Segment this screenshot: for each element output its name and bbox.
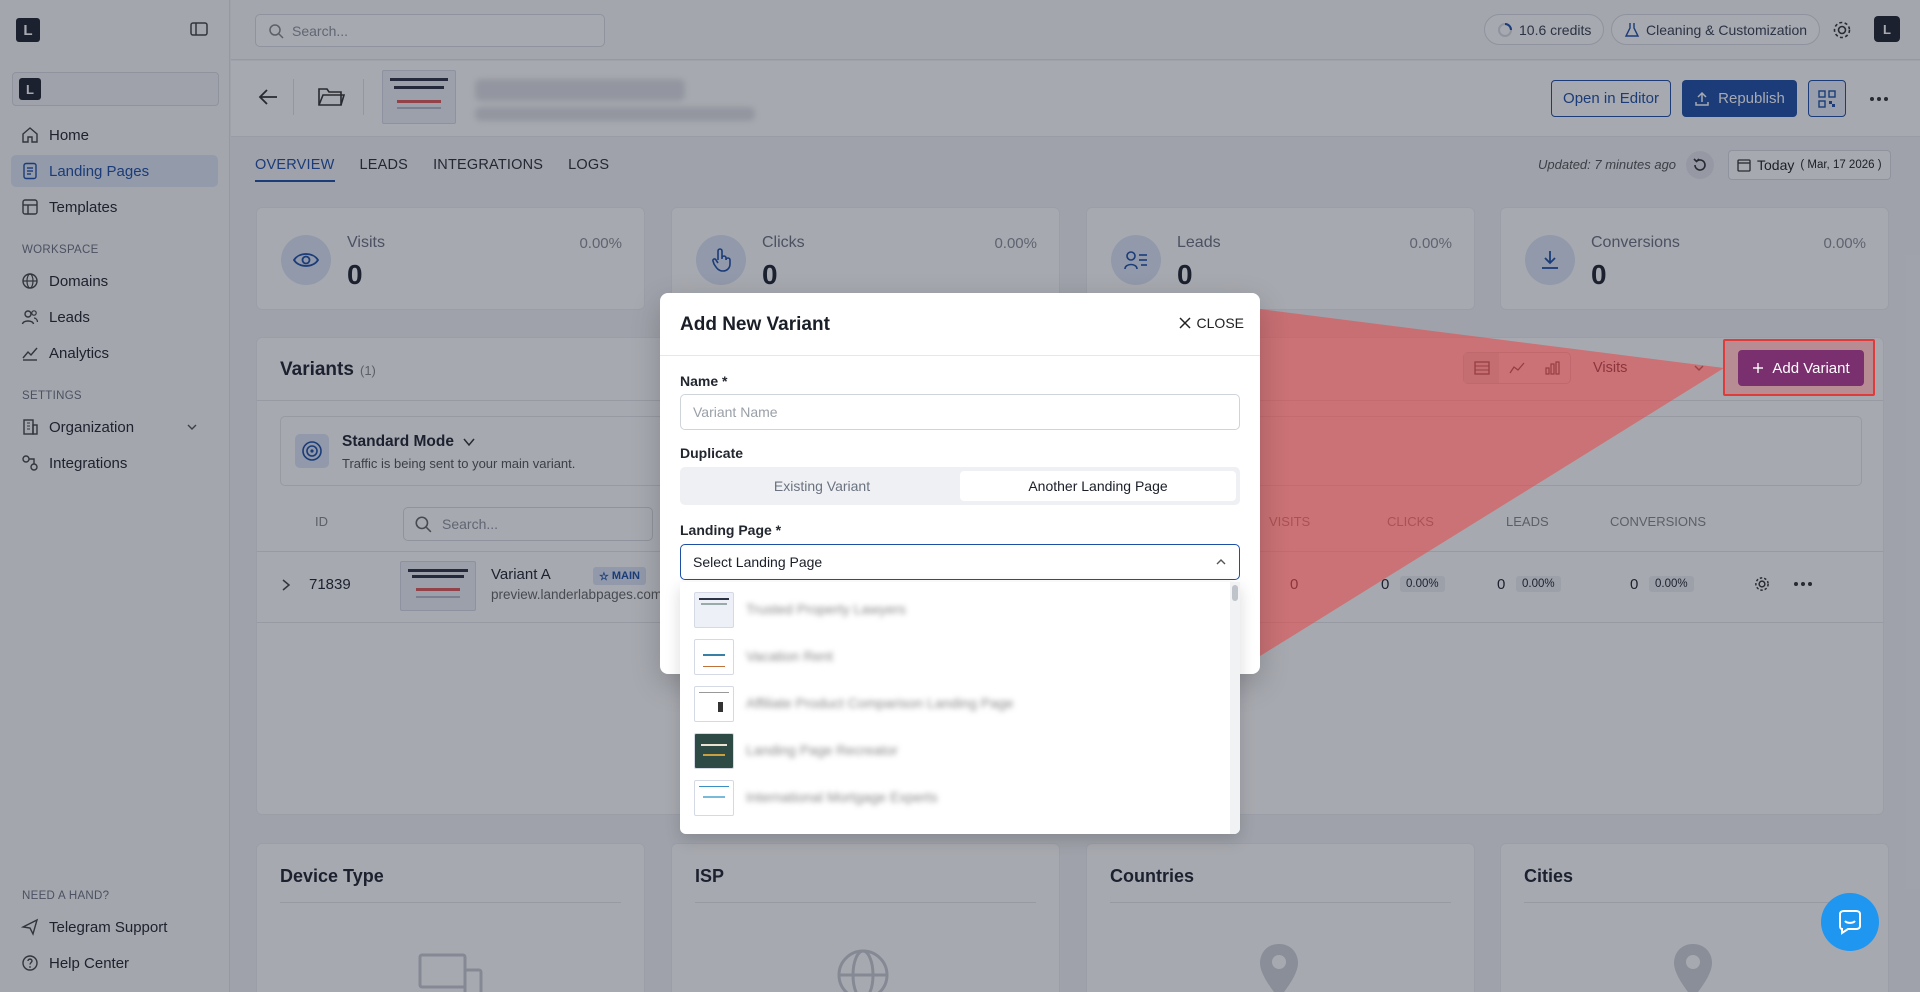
list-item[interactable]: International Mortgage Experts: [694, 778, 1214, 818]
close-button[interactable]: CLOSE: [1179, 315, 1244, 331]
landing-page-name: International Mortgage Experts: [746, 789, 938, 805]
add-variant-label: Add Variant: [1772, 359, 1850, 377]
name-label: Name *: [680, 373, 728, 389]
landing-page-thumbnail: [694, 733, 734, 769]
landing-page-name: Vacation Rent: [746, 648, 833, 664]
plus-icon: [1753, 363, 1764, 373]
list-item[interactable]: Landing Page Recreator: [694, 731, 1214, 771]
chevron-up-icon: [1216, 559, 1226, 565]
dropdown-scrollbar-track[interactable]: [1230, 582, 1240, 834]
landing-page-select[interactable]: Select Landing Page: [680, 544, 1240, 580]
landing-page-select-value: Select Landing Page: [693, 554, 823, 570]
chat-support-button[interactable]: [1821, 893, 1879, 951]
landing-page-thumbnail: [694, 686, 734, 722]
landing-page-label: Landing Page *: [680, 522, 782, 538]
landing-page-thumbnail: [694, 592, 734, 628]
add-variant-button[interactable]: Add Variant: [1738, 350, 1864, 386]
close-icon: [1179, 317, 1191, 329]
dropdown-scrollbar-thumb[interactable]: [1232, 585, 1238, 601]
landing-page-name: Trusted Property Lawyers: [746, 601, 906, 617]
variant-name-placeholder: Variant Name: [693, 404, 778, 420]
duplicate-label: Duplicate: [680, 445, 744, 461]
list-item[interactable]: Trusted Property Lawyers: [694, 590, 1214, 630]
landing-page-dropdown: Trusted Property Lawyers Vacation Rent A…: [680, 582, 1240, 834]
modal-title: Add New Variant: [680, 314, 830, 335]
divider: [660, 355, 1260, 356]
variant-name-input[interactable]: Variant Name: [680, 394, 1240, 430]
list-item[interactable]: Affiliate Product Comparison Landing Pag…: [694, 684, 1214, 724]
close-label: CLOSE: [1196, 315, 1244, 331]
landing-page-thumbnail: [694, 639, 734, 675]
landing-page-name: Landing Page Recreator: [746, 742, 898, 758]
list-item[interactable]: Vacation Rent: [694, 637, 1214, 677]
existing-variant-option[interactable]: Existing Variant: [684, 471, 960, 501]
landing-page-thumbnail: [694, 780, 734, 816]
duplicate-toggle: Existing Variant Another Landing Page: [680, 467, 1240, 505]
another-landing-page-option[interactable]: Another Landing Page: [960, 471, 1236, 501]
landing-page-name: Affiliate Product Comparison Landing Pag…: [746, 695, 1014, 711]
chat-icon: [1839, 910, 1861, 935]
